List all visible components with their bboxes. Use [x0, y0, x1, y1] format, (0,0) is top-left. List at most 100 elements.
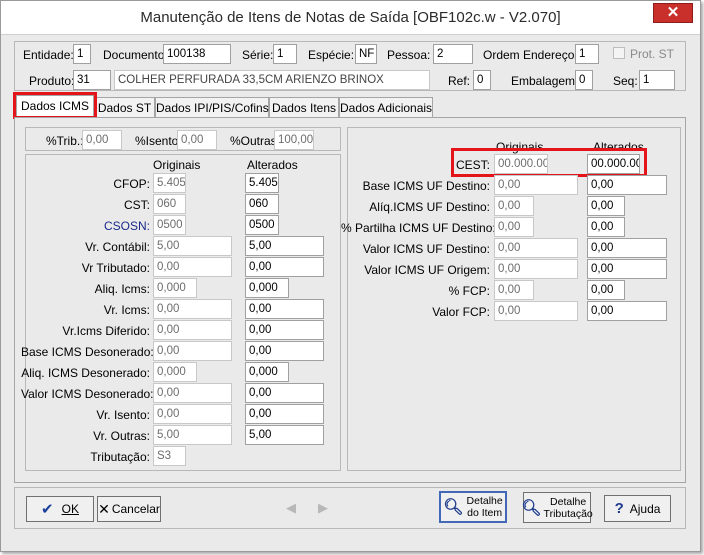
detalhe-tributacao-label-1: Detalhe: [550, 495, 587, 508]
tab-dados-ipi[interactable]: Dados IPI/PIS/Cofins: [155, 97, 269, 117]
title-bar: Manutenção de Itens de Notas de Saída [O…: [1, 1, 700, 35]
cest-alterado[interactable]: 00.000.00: [587, 154, 640, 174]
x-icon: ✕: [98, 500, 110, 517]
valor-fcp-label: Valor FCP:: [432, 305, 490, 319]
ok-button[interactable]: ✔ OK: [26, 496, 94, 522]
produto-label: Produto:: [29, 74, 75, 88]
ordem-label: Ordem Endereços:: [483, 48, 584, 62]
outras-field: 100,00: [274, 130, 314, 150]
pessoa-field[interactable]: 2: [433, 44, 473, 64]
especie-field[interactable]: NF: [355, 44, 377, 64]
vr-icms-original: 0,00: [153, 299, 232, 319]
csosn-label: CSOSN:: [103, 219, 150, 233]
close-button[interactable]: ✕: [653, 3, 693, 23]
vr-icms-label: Vr. Icms:: [103, 303, 150, 317]
partilha-icms-uf-destino-alterado[interactable]: 0,00: [587, 217, 625, 237]
produto-field[interactable]: 31: [73, 70, 111, 90]
vr-tributado-label: Vr Tributado:: [81, 261, 150, 275]
trib-label: %Trib.:: [46, 134, 84, 148]
detalhe-item-label-1: Detalhe: [466, 495, 503, 507]
vr-icms-diferido-alterado[interactable]: 0,00: [245, 320, 324, 340]
valor-fcp-alterado[interactable]: 0,00: [587, 301, 667, 321]
base-icms-uf-destino-alterado[interactable]: 0,00: [587, 175, 667, 195]
left-originais-header: Originais: [153, 158, 201, 172]
base-icms-desonerado-alterado[interactable]: 0,00: [245, 341, 324, 361]
aliq-icms-desonerado-alterado[interactable]: 0,000: [245, 362, 289, 382]
ordem-field[interactable]: 1: [575, 44, 599, 64]
produto-description: COLHER PERFURADA 33,5CM ARIENZO BRINOX: [114, 70, 430, 90]
entidade-label: Entidade:: [23, 48, 74, 62]
vr-icms-diferido-original: 0,00: [153, 320, 232, 340]
window-title: Manutenção de Itens de Notas de Saída [O…: [140, 9, 561, 26]
base-icms-desonerado-label: Base ICMS Desonerado:: [21, 345, 154, 359]
prot-st-label: Prot. ST: [630, 47, 675, 61]
vr-outras-alterado[interactable]: 5,00: [245, 425, 324, 445]
cst-original: 060: [153, 194, 186, 214]
cest-label: CEST:: [455, 158, 490, 172]
trib-field: 0,00: [82, 130, 122, 150]
cancel-button[interactable]: ✕ Cancelar: [97, 496, 161, 522]
partilha-icms-uf-destino-label: % Partilha ICMS UF Destino:: [341, 221, 496, 235]
vr-contabil-alterado[interactable]: 5,00: [245, 236, 324, 256]
outras-label: %Outras:: [230, 134, 281, 148]
detalhe-item-label-2: do Item: [467, 507, 503, 519]
valor-fcp-original: 0,00: [494, 301, 578, 321]
prot-st-checkbox[interactable]: [613, 47, 625, 59]
vr-isento-original: 0,00: [153, 404, 232, 424]
ok-label: OK: [61, 502, 79, 516]
seq-label: Seq:: [613, 74, 638, 88]
vr-contabil-label: Vr. Contábil:: [85, 240, 150, 254]
vr-tributado-alterado[interactable]: 0,00: [245, 257, 324, 277]
tab-dados-itens[interactable]: Dados Itens: [269, 97, 339, 117]
next-arrow-icon[interactable]: ▶: [318, 500, 334, 516]
tab-dados-icms[interactable]: Dados ICMS: [16, 95, 94, 118]
detalhe-tributacao-button[interactable]: 🔍︎ Detalhe Tributação: [521, 492, 593, 523]
valor-icms-uf-destino-original: 0,00: [494, 238, 578, 258]
ref-label: Ref:: [448, 74, 471, 88]
tab-dados-adicionais[interactable]: Dados Adicionais: [339, 97, 433, 117]
cfop-alterado[interactable]: 5.405: [245, 173, 279, 193]
aliq-icms-uf-destino-original: 0,00: [494, 196, 534, 216]
seq-field[interactable]: 1: [639, 70, 675, 90]
vr-contabil-original: 5,00: [153, 236, 232, 256]
valor-icms-uf-destino-label: Valor ICMS UF Destino:: [362, 242, 490, 256]
base-icms-desonerado-original: 0,00: [153, 341, 232, 361]
valor-icms-desonerado-original: 0,00: [153, 383, 232, 403]
vr-isento-label: Vr. Isento:: [96, 408, 150, 422]
fcp-pct-original: 0,00: [494, 280, 534, 300]
dialog-window: Manutenção de Itens de Notas de Saída [O…: [0, 0, 701, 552]
csosn-alterado[interactable]: 0500: [245, 215, 279, 235]
csosn-original: 0500: [153, 215, 186, 235]
base-icms-uf-destino-original: 0,00: [494, 175, 578, 195]
cfop-label: CFOP:: [113, 177, 150, 191]
entidade-field[interactable]: 1: [73, 44, 91, 64]
embalagem-label: Embalagem:: [511, 74, 579, 88]
magnifier-icon: 🔍︎: [443, 499, 464, 516]
serie-field[interactable]: 1: [273, 44, 297, 64]
aliq-icms-alterado[interactable]: 0,000: [245, 278, 289, 298]
vr-isento-alterado[interactable]: 0,00: [245, 404, 324, 424]
help-button[interactable]: ? Ajuda: [604, 495, 671, 522]
valor-icms-uf-destino-alterado[interactable]: 0,00: [587, 238, 667, 258]
partilha-icms-uf-destino-original: 0,00: [494, 217, 534, 237]
embalagem-field[interactable]: 0: [575, 70, 593, 90]
fcp-pct-alterado[interactable]: 0,00: [587, 280, 625, 300]
valor-icms-uf-origem-alterado[interactable]: 0,00: [587, 259, 667, 279]
vr-icms-alterado[interactable]: 0,00: [245, 299, 324, 319]
documento-field[interactable]: 100138: [163, 44, 231, 64]
aliq-icms-desonerado-original: 0,000: [153, 362, 197, 382]
cfop-original: 5.405: [153, 173, 186, 193]
cst-alterado[interactable]: 060: [245, 194, 279, 214]
detalhe-tributacao-label-2: Tributação: [543, 507, 593, 520]
detalhe-item-button[interactable]: 🔍︎ Detalhe do Item: [439, 491, 507, 523]
vr-tributado-original: 0,00: [153, 257, 232, 277]
right-alterados-header: Alterados: [593, 140, 644, 154]
valor-icms-desonerado-alterado[interactable]: 0,00: [245, 383, 324, 403]
ref-field[interactable]: 0: [473, 70, 491, 90]
prev-arrow-icon[interactable]: ◀: [286, 500, 302, 516]
tab-dados-st[interactable]: Dados ST: [94, 97, 155, 117]
right-originais-header: Originais: [496, 140, 544, 154]
aliq-icms-uf-destino-alterado[interactable]: 0,00: [587, 196, 625, 216]
left-alterados-header: Alterados: [247, 158, 298, 172]
aliq-icms-label: Aliq. Icms:: [94, 282, 150, 296]
